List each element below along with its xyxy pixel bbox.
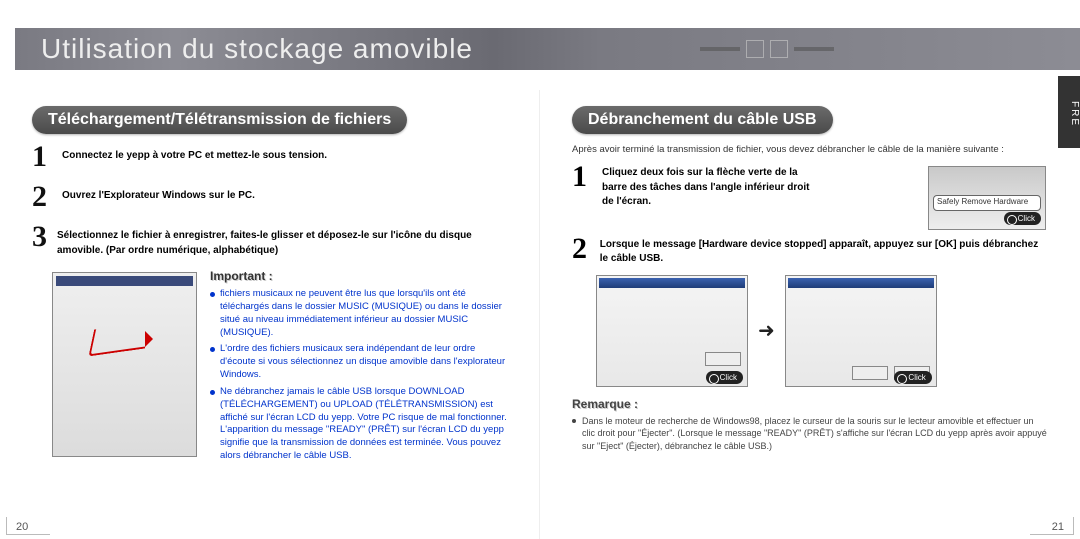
note-item: fichiers musicaux ne peuvent être lus qu… bbox=[210, 288, 507, 339]
dialog-safely-remove: Click bbox=[596, 275, 748, 387]
explorer-screenshot bbox=[52, 272, 197, 457]
drag-arrow-icon bbox=[91, 325, 161, 355]
intro-text: Après avoir terminé la transmission de f… bbox=[572, 144, 1048, 156]
banner-decoration bbox=[700, 28, 1080, 70]
step-2: 2 Ouvrez l'Explorateur Windows sur le PC… bbox=[32, 182, 507, 212]
important-heading: Important : bbox=[210, 268, 507, 284]
arrow-right-icon: ➜ bbox=[758, 318, 775, 343]
step-2-right: 2 Lorsque le message [Hardware device st… bbox=[572, 234, 1048, 267]
remark-heading: Remarque : bbox=[572, 397, 1048, 411]
step-1: 1 Connectez le yepp à votre PC et mettez… bbox=[32, 142, 507, 172]
page-left: Téléchargement/Télétransmission de fichi… bbox=[0, 90, 540, 539]
page-number-left: 20 bbox=[16, 521, 28, 533]
step-text: Sélectionnez le fichier à enregistrer, f… bbox=[57, 222, 507, 258]
step-text: Lorsque le message [Hardware device stop… bbox=[600, 234, 1048, 267]
note-item: Ne débranchez jamais le câble USB lorsqu… bbox=[210, 386, 507, 463]
page-number-right: 21 bbox=[1052, 521, 1064, 533]
tray-screenshot: Safely Remove Hardware Click bbox=[928, 166, 1046, 230]
page-right: Débranchement du câble USB Après avoir t… bbox=[540, 90, 1080, 539]
section-heading-left: Téléchargement/Télétransmission de fichi… bbox=[32, 106, 407, 134]
banner-title: Utilisation du stockage amovible bbox=[41, 33, 473, 65]
step-text: Cliquez deux fois sur la flèche verte de… bbox=[602, 162, 822, 210]
click-badge-icon: Click bbox=[1004, 212, 1041, 225]
step-text: Connectez le yepp à votre PC et mettez-l… bbox=[62, 142, 327, 172]
step-3: 3 Sélectionnez le fichier à enregistrer,… bbox=[32, 222, 507, 258]
tray-tooltip-label: Safely Remove Hardware bbox=[937, 197, 1028, 206]
dialog-stop-device: Click bbox=[785, 275, 937, 387]
important-note: Important : fichiers musicaux ne peuvent… bbox=[210, 268, 507, 463]
click-badge-icon: Click bbox=[894, 371, 931, 384]
banner: Utilisation du stockage amovible bbox=[15, 28, 1080, 70]
dialog-ok-button bbox=[852, 366, 888, 380]
step-text: Ouvrez l'Explorateur Windows sur le PC. bbox=[62, 182, 255, 212]
note-item: L'ordre des fichiers musicaux sera indép… bbox=[210, 343, 507, 381]
dialog-stop-button bbox=[705, 352, 741, 366]
section-heading-right: Débranchement du câble USB bbox=[572, 106, 833, 134]
click-badge-icon: Click bbox=[706, 371, 743, 384]
remark-item: Dans le moteur de recherche de Windows98… bbox=[572, 415, 1048, 453]
dialog-screenshots: Click ➜ Click bbox=[596, 275, 1048, 387]
